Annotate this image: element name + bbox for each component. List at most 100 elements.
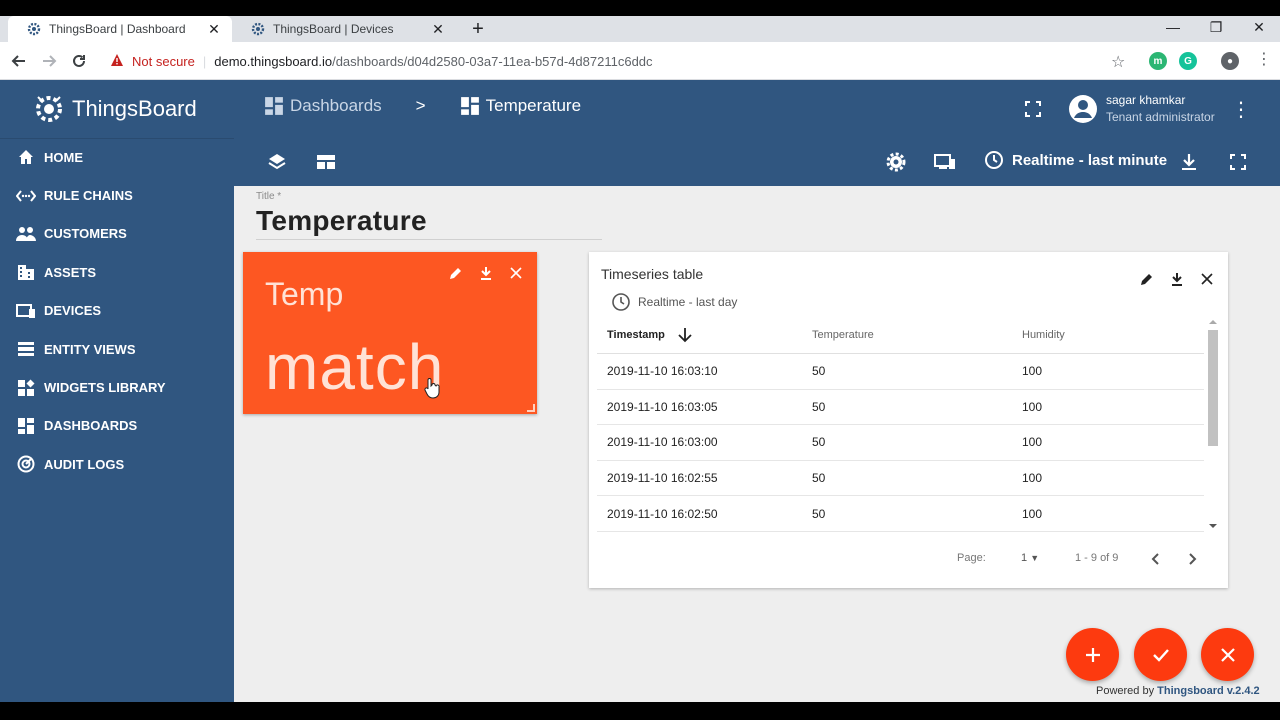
- time-window-selector[interactable]: Realtime - last minute: [984, 150, 1167, 170]
- hand-cursor-icon: [423, 377, 441, 404]
- sidebar-item-home[interactable]: HOME: [0, 138, 234, 176]
- sidebar-item-audit-logs[interactable]: AUDIT LOGS: [0, 445, 234, 483]
- download-icon[interactable]: [1168, 270, 1186, 288]
- column-header-temperature[interactable]: Temperature: [812, 329, 1022, 341]
- window-close-icon[interactable]: ✕: [1244, 18, 1274, 36]
- prev-page-icon[interactable]: [1145, 549, 1165, 569]
- layout-icon[interactable]: [314, 150, 338, 174]
- value-widget-card[interactable]: Temp match: [243, 252, 537, 414]
- user-role: Tenant administrator: [1106, 110, 1215, 124]
- dashboard-icon: [16, 416, 36, 436]
- forward-icon[interactable]: [38, 50, 60, 72]
- fullscreen-icon[interactable]: [1226, 150, 1250, 174]
- widgets-icon: [16, 378, 36, 398]
- reload-icon[interactable]: [68, 50, 90, 72]
- table-row[interactable]: 2019-11-10 16:02:50 50 100: [597, 496, 1204, 532]
- fullscreen-icon[interactable]: [1021, 97, 1045, 121]
- table-row[interactable]: 2019-11-10 16:03:00 50 100: [597, 425, 1204, 461]
- time-window-label: Realtime - last day: [638, 295, 738, 309]
- scroll-down-icon[interactable]: [1206, 522, 1220, 530]
- edit-pencil-icon[interactable]: [1138, 270, 1156, 288]
- scroll-up-icon[interactable]: [1206, 318, 1220, 326]
- page-label: Page:: [957, 552, 986, 564]
- apply-changes-button[interactable]: [1134, 628, 1187, 681]
- close-icon[interactable]: [507, 264, 525, 282]
- widget-time-window[interactable]: Realtime - last day: [611, 292, 737, 312]
- download-icon[interactable]: [477, 264, 495, 282]
- sidebar-item-dashboards[interactable]: DASHBOARDS: [0, 407, 234, 445]
- sidebar-item-label: RULE CHAINS: [44, 188, 133, 204]
- table-scrollbar[interactable]: [1206, 316, 1220, 532]
- widget-title: Timeseries table: [601, 266, 704, 282]
- new-tab-icon[interactable]: +: [468, 18, 488, 40]
- dashboard-content: Title * Temperature Temp match Timeserie…: [234, 186, 1280, 702]
- people-icon: [16, 224, 36, 244]
- profile-avatar-icon[interactable]: ●: [1221, 52, 1239, 70]
- sidebar-item-label: HOME: [44, 149, 83, 165]
- url-path: /dashboards/d04d2580-03a7-11ea-b57d-4d87…: [332, 53, 653, 69]
- dashboard-icon: [460, 97, 479, 115]
- bookmark-star-icon[interactable]: ☆: [1111, 52, 1125, 72]
- breadcrumb-label: Temperature: [485, 96, 582, 115]
- track-changes-icon: [16, 454, 36, 474]
- next-page-icon[interactable]: [1183, 549, 1203, 569]
- title-field[interactable]: Temperature: [256, 205, 427, 237]
- brand-logo[interactable]: ThingsBoard: [32, 92, 197, 126]
- page-select[interactable]: 1 ▼: [1021, 552, 1039, 564]
- settings-gear-icon[interactable]: [884, 150, 908, 174]
- thingsboard-version-link[interactable]: Thingsboard v.2.4.2: [1157, 685, 1260, 697]
- browser-tab-title: ThingsBoard | Dashboard: [49, 22, 186, 36]
- browser-tab-dashboard[interactable]: ThingsBoard | Dashboard ✕: [8, 16, 232, 42]
- cancel-changes-button[interactable]: [1201, 628, 1254, 681]
- view-quilt-icon: [16, 339, 36, 359]
- devices-icon[interactable]: [933, 150, 957, 174]
- grammarly-icon[interactable]: G: [1179, 52, 1197, 70]
- browser-tab-bar: ThingsBoard | Dashboard ✕ ThingsBoard | …: [0, 16, 1280, 42]
- back-icon[interactable]: [8, 50, 30, 72]
- browser-address-bar: Not secure | demo.thingsboard.io/dashboa…: [0, 42, 1280, 80]
- browser-tab-devices[interactable]: ThingsBoard | Devices ✕: [232, 16, 456, 42]
- more-vert-icon[interactable]: ⋮: [1229, 97, 1253, 121]
- resize-handle[interactable]: [527, 404, 535, 412]
- edit-pencil-icon[interactable]: [447, 264, 465, 282]
- table-row[interactable]: 2019-11-10 16:03:05 50 100: [597, 390, 1204, 426]
- sidebar-item-customers[interactable]: CUSTOMERS: [0, 215, 234, 253]
- layers-icon[interactable]: [265, 150, 289, 174]
- breadcrumb-label: Dashboards: [290, 96, 382, 115]
- breadcrumb: Dashboards > Temperature: [264, 96, 581, 116]
- close-tab-icon[interactable]: ✕: [430, 21, 446, 37]
- column-header-timestamp[interactable]: Timestamp: [597, 327, 812, 343]
- user-menu[interactable]: sagar khamkar Tenant administrator: [1068, 92, 1215, 126]
- close-tab-icon[interactable]: ✕: [206, 21, 222, 37]
- table-row[interactable]: 2019-11-10 16:03:10 50 100: [597, 354, 1204, 390]
- extension-m-icon[interactable]: m: [1149, 52, 1167, 70]
- thingsboard-app: ThingsBoard HOME RULE CHAINS CUSTOMERS A…: [0, 80, 1280, 702]
- minimize-icon[interactable]: —: [1158, 18, 1188, 36]
- column-header-humidity[interactable]: Humidity: [1022, 329, 1202, 341]
- breadcrumb-dashboards[interactable]: Dashboards: [264, 96, 382, 116]
- close-icon[interactable]: [1198, 270, 1216, 288]
- page-range: 1 - 9 of 9: [1075, 552, 1119, 564]
- breadcrumb-temperature[interactable]: Temperature: [460, 96, 581, 116]
- browser-menu-icon[interactable]: ⋮: [1256, 50, 1272, 70]
- sidebar: ThingsBoard HOME RULE CHAINS CUSTOMERS A…: [0, 80, 234, 702]
- url-bar[interactable]: Not secure | demo.thingsboard.io/dashboa…: [100, 47, 1140, 75]
- sidebar-item-assets[interactable]: ASSETS: [0, 253, 234, 291]
- sidebar-item-devices[interactable]: DEVICES: [0, 292, 234, 330]
- browser-tab-title: ThingsBoard | Devices: [273, 22, 394, 36]
- sidebar-item-rule-chains[interactable]: RULE CHAINS: [0, 176, 234, 214]
- sidebar-item-entity-views[interactable]: ENTITY VIEWS: [0, 330, 234, 368]
- sidebar-item-widgets-library[interactable]: WIDGETS LIBRARY: [0, 368, 234, 406]
- powered-by: Powered by Thingsboard v.2.4.2: [1096, 685, 1260, 697]
- thingsboard-favicon-icon: [26, 21, 42, 37]
- sidebar-item-label: DEVICES: [44, 303, 102, 319]
- table-row[interactable]: 2019-11-10 16:02:55 50 100: [597, 461, 1204, 497]
- restore-icon[interactable]: ❐: [1201, 18, 1231, 36]
- download-icon[interactable]: [1177, 150, 1201, 174]
- table-pagination: Page: 1 ▼ 1 - 9 of 9: [589, 544, 1228, 574]
- not-secure-label[interactable]: Not secure: [132, 54, 195, 69]
- scrollbar-thumb[interactable]: [1208, 330, 1218, 446]
- add-widget-button[interactable]: [1066, 628, 1119, 681]
- timeseries-table: Timestamp Temperature Humidity 2019-11-1…: [597, 316, 1204, 532]
- sidebar-item-label: DASHBOARDS: [44, 418, 138, 434]
